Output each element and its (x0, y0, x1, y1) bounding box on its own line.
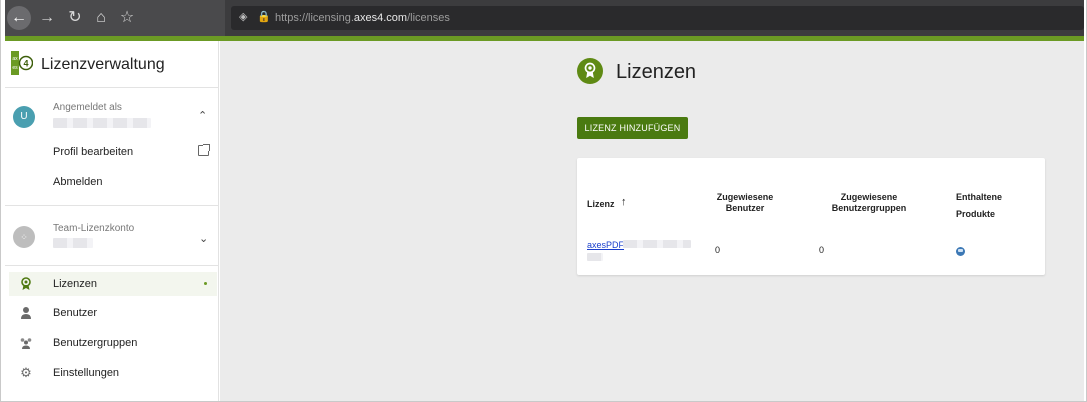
chevron-down-icon[interactable]: ⌃ (199, 231, 208, 244)
url-text: https://licensing.axes4.com/licenses (275, 12, 450, 24)
licenses-table-card: Lizenz ↑ Zugewiesene Benutzer Zugewiesene… (577, 158, 1045, 275)
svg-text:ax: ax (12, 56, 18, 62)
user-avatar: U (13, 106, 35, 128)
sidebar-item-lizenzen[interactable] (9, 272, 217, 296)
sidebar: ax es 4 Lizenzverwaltung U Angemeldet al… (5, 41, 219, 401)
lock-icon: 🔒 (257, 11, 271, 23)
sidebar-item-benutzer[interactable]: Benutzer (53, 307, 97, 319)
redacted-license-id (587, 253, 603, 261)
profile-edit-link[interactable]: Profil bearbeiten (53, 146, 133, 158)
app-window: ← → ↻ ⌂ ☆ ◈ 🔒 https://licensing.axes4.co… (0, 0, 1087, 402)
logged-in-label: Angemeldet als (53, 102, 122, 113)
browser-toolbar: ← → ↻ ⌂ ☆ ◈ 🔒 https://licensing.axes4.co… (5, 0, 1084, 36)
external-link-icon[interactable] (198, 144, 210, 156)
sidebar-item-einstellungen[interactable]: Einstellungen (53, 367, 119, 379)
license-link[interactable]: axesPDF (587, 240, 624, 250)
divider (5, 87, 219, 88)
person-icon (19, 306, 33, 320)
team-avatar-icon: ⁘ (13, 226, 35, 248)
home-icon[interactable]: ⌂ (89, 6, 113, 30)
divider (5, 265, 219, 266)
chevron-up-icon[interactable]: ⌃ (198, 109, 207, 122)
reload-icon[interactable]: ↻ (63, 6, 87, 30)
column-header-assigned-users[interactable]: Zugewiesene Benutzer (705, 192, 785, 214)
redacted-team-name (53, 238, 93, 248)
browser-nav-controls: ← → ↻ ⌂ ☆ (5, 0, 225, 36)
sidebar-item-label: Lizenzen (53, 278, 98, 290)
sort-ascending-icon[interactable]: ↑ (621, 196, 627, 208)
redacted-license-id (623, 240, 691, 248)
main-content: Lizenzen LIZENZ HINZUFÜGEN Lizenz ↑ Zuge… (220, 41, 1084, 401)
divider (5, 205, 219, 206)
forward-icon[interactable]: → (35, 6, 59, 30)
column-header-assigned-groups[interactable]: Zugewiesene Benutzergruppen (822, 192, 916, 214)
column-header-license[interactable]: Lizenz (587, 199, 615, 210)
app-name: Lizenzverwaltung (41, 56, 165, 73)
gear-icon: ⚙ (20, 365, 32, 380)
group-icon (19, 336, 33, 350)
axes4-logo-icon: ax es 4 (11, 51, 33, 75)
shield-icon: ◈ (239, 11, 248, 23)
assigned-groups-count: 0 (819, 245, 825, 255)
product-icon (956, 247, 965, 256)
assigned-users-count: 0 (715, 245, 721, 255)
column-header-products: Enthaltene Produkte (956, 192, 1003, 219)
bookmark-star-icon[interactable]: ☆ (115, 6, 139, 30)
svg-text:4: 4 (23, 59, 28, 69)
page-title: Lizenzen (616, 61, 697, 83)
sidebar-item-benutzergruppen[interactable]: Benutzergruppen (53, 337, 137, 349)
redacted-username (53, 118, 151, 128)
team-account-label: Team-Lizenzkonto (53, 223, 135, 234)
svg-text:es: es (12, 65, 18, 71)
active-indicator-dot (204, 282, 207, 285)
add-license-button[interactable]: LIZENZ HINZUFÜGEN (577, 117, 688, 139)
award-icon (19, 277, 33, 291)
address-bar[interactable]: ◈ 🔒 https://licensing.axes4.com/licenses (231, 6, 1084, 30)
logout-link[interactable]: Abmelden (53, 176, 103, 188)
award-icon (577, 58, 603, 84)
back-icon[interactable]: ← (7, 6, 31, 30)
